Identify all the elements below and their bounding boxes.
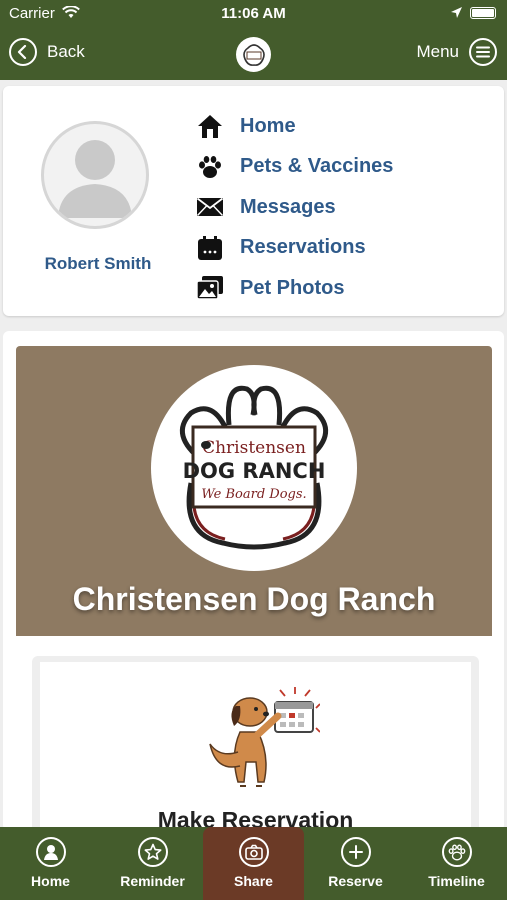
envelope-icon [195,192,225,222]
paw-icon [441,837,472,867]
bottom-tab-bar: Home Reminder Share Reserve Timeline [0,827,507,900]
avatar[interactable] [41,121,149,229]
paw-icon [195,152,225,182]
calendar-icon [195,233,225,263]
back-label: Back [47,42,85,61]
menu-item-label: Messages [240,195,336,218]
user-name: Robert Smith [44,254,152,273]
profile-menu: Home Pets & Vaccines Messages Reservatio… [195,106,393,309]
kennel-logo: Christensen DOG RANCH We Board Dogs. [151,365,357,571]
menu-label: Menu [416,42,459,61]
tab-timeline[interactable]: Timeline [406,827,507,900]
menu-item-reservations[interactable]: Reservations [195,228,393,269]
chevron-left-icon [9,38,37,66]
location-arrow-icon [450,6,463,23]
hamburger-icon [469,38,497,66]
battery-icon [470,7,496,19]
tab-home[interactable]: Home [0,827,101,900]
menu-item-messages[interactable]: Messages [195,187,393,228]
kennel-banner: Christensen DOG RANCH We Board Dogs. Chr… [16,346,492,636]
menu-button[interactable]: Menu [416,38,497,66]
status-time: 11:06 AM [221,5,286,22]
profile-card: Robert Smith Home Pets & Vaccines Messag… [3,86,504,316]
menu-item-pet-photos[interactable]: Pet Photos [195,268,393,309]
menu-item-home[interactable]: Home [195,106,393,147]
star-icon [137,837,168,867]
nav-bar: Back Menu [0,28,507,80]
logo-text-line1: Christensen [202,438,306,458]
back-button[interactable]: Back [9,38,85,66]
app-logo[interactable] [236,37,271,72]
tab-reminder[interactable]: Reminder [102,827,203,900]
dog-calendar-illustration [209,687,320,787]
kennel-title: Christensen Dog Ranch [72,581,436,617]
tab-reserve[interactable]: Reserve [305,827,406,900]
camera-icon [238,837,269,867]
menu-item-pets-vaccines[interactable]: Pets & Vaccines [195,147,393,188]
tab-label: Share [234,873,273,889]
plus-icon [340,837,371,867]
photos-icon [195,273,225,303]
logo-text-line3: We Board Dogs. [201,487,306,502]
reservation-card-inner: Make Reservation [40,662,471,852]
tab-label: Timeline [428,873,485,889]
tab-share[interactable]: Share [203,827,304,900]
tab-label: Reminder [120,873,185,889]
status-bar: Carrier 11:06 AM [0,0,507,28]
menu-item-label: Reservations [240,236,366,259]
home-icon [195,111,225,141]
logo-text-line2: DOG RANCH [183,459,326,483]
menu-item-label: Home [240,114,296,137]
tab-label: Reserve [328,873,383,889]
make-reservation-card[interactable]: Make Reservation [32,656,479,856]
tab-label: Home [31,873,70,889]
person-icon [35,837,66,867]
content-card: Christensen DOG RANCH We Board Dogs. Chr… [3,331,504,856]
menu-item-label: Pets & Vaccines [240,155,394,178]
menu-item-label: Pet Photos [240,276,345,299]
